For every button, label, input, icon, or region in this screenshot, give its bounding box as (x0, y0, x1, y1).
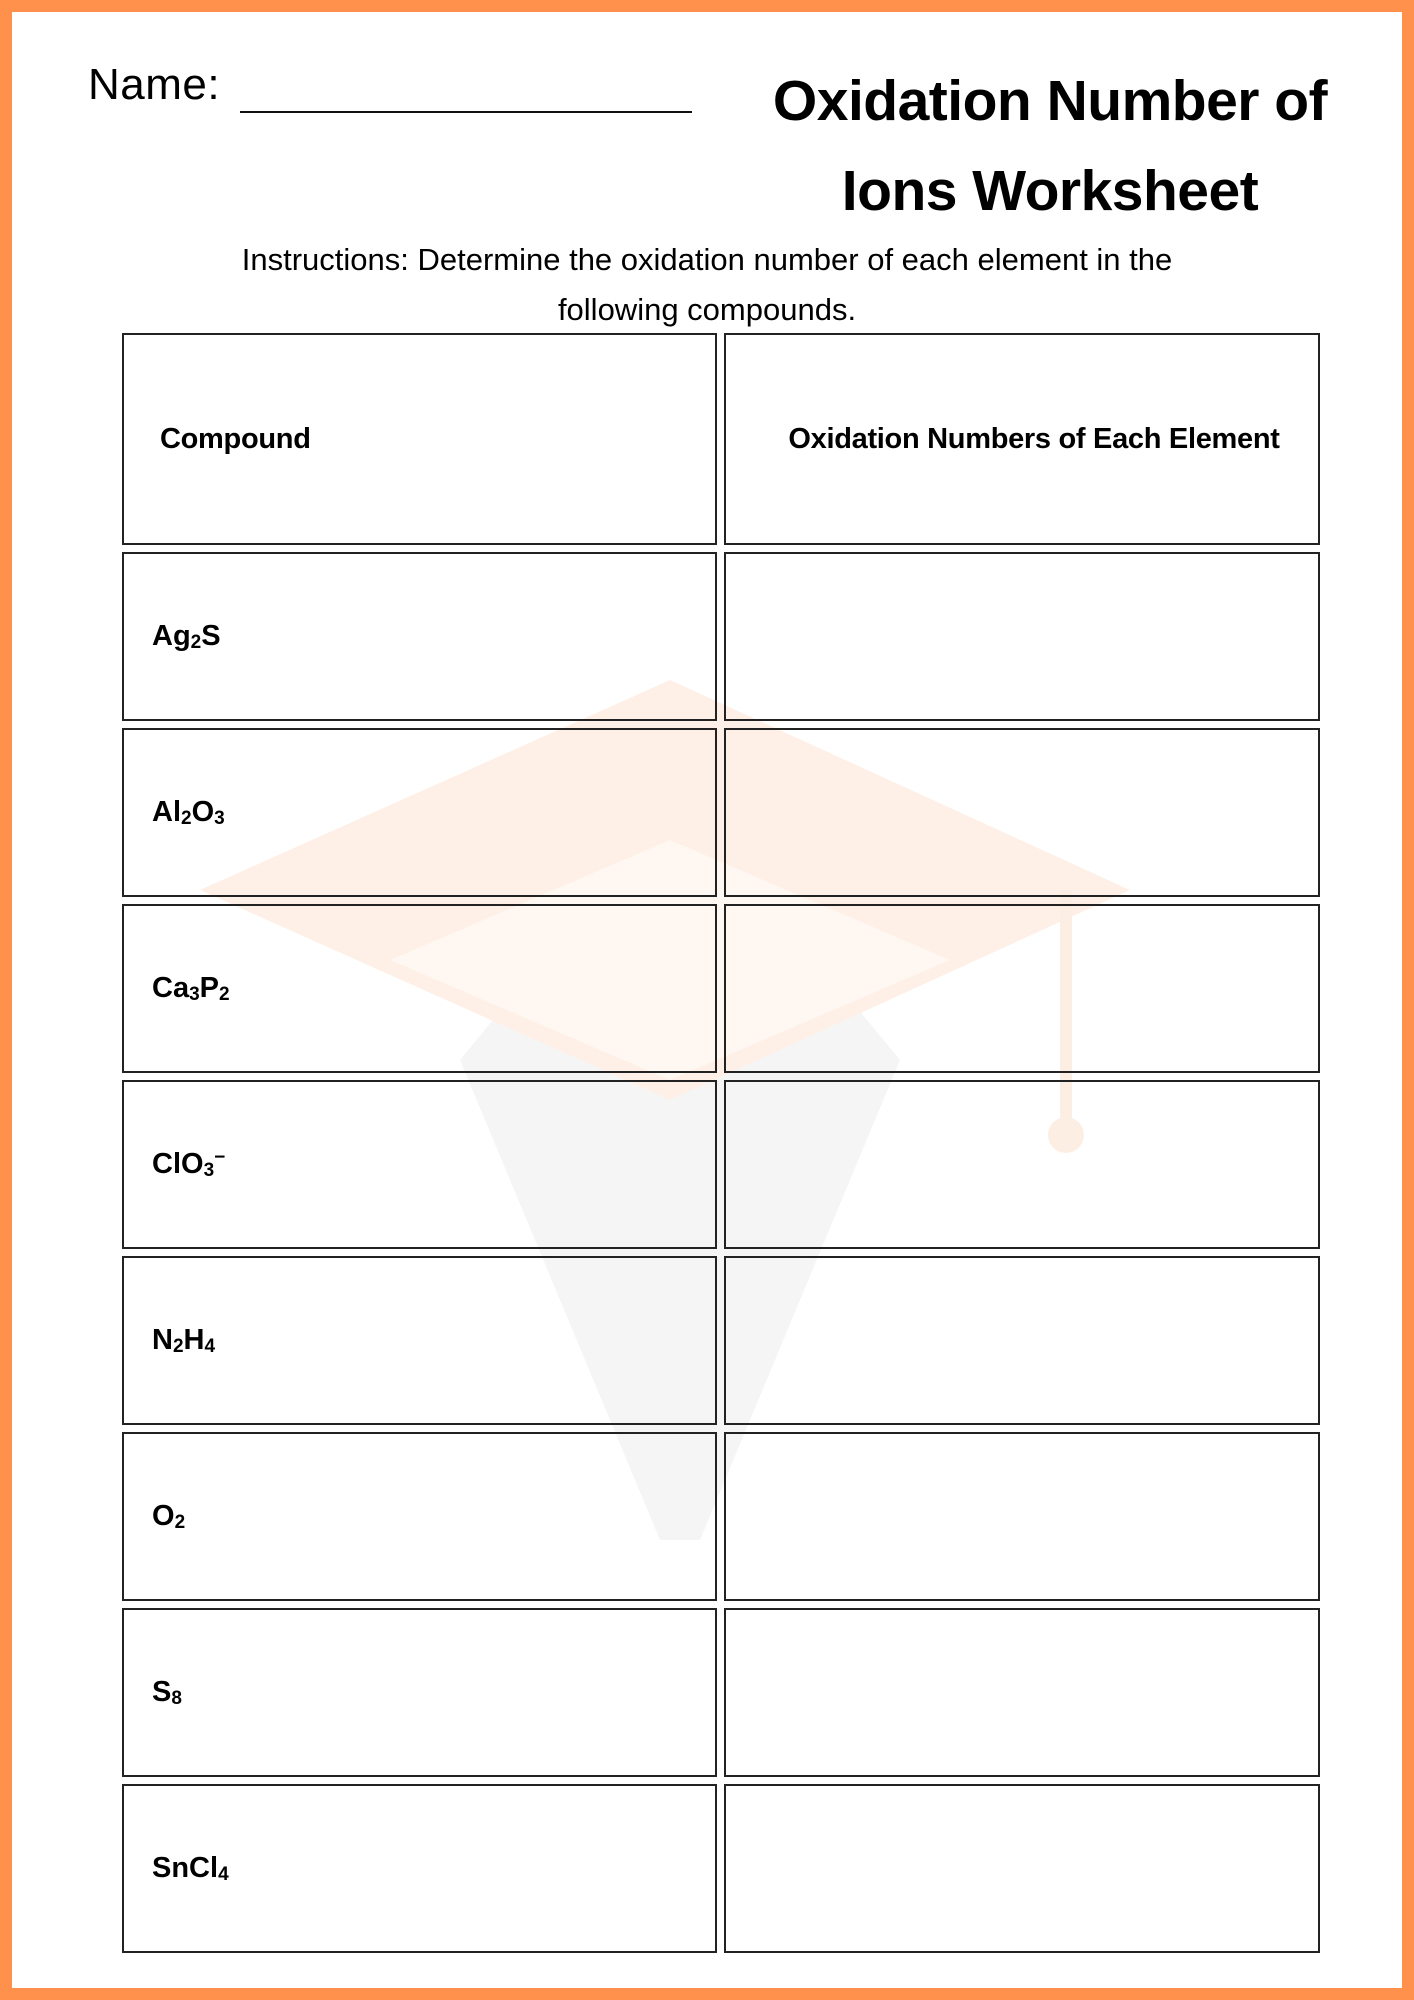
answer-cell[interactable] (724, 552, 1320, 721)
answer-cell[interactable] (724, 1432, 1320, 1601)
answer-cell[interactable] (724, 1784, 1320, 1953)
instructions: Instructions: Determine the oxidation nu… (140, 235, 1274, 335)
compound-formula: N2H4 (152, 1324, 215, 1358)
compound-cell: SnCl4 (122, 1784, 717, 1953)
formula-charge: − (214, 1147, 226, 1168)
compound-formula: Al2O3 (152, 796, 225, 830)
table-row: ClO3− (122, 1080, 1320, 1249)
formula-symbol: H (183, 1323, 205, 1356)
compound-formula: Ag2S (152, 620, 221, 654)
compound-table: Compound Oxidation Numbers of Each Eleme… (122, 333, 1320, 1960)
worksheet-title: Oxidation Number of Ions Worksheet (730, 56, 1370, 236)
compound-formula: O2 (152, 1500, 185, 1534)
formula-subscript: 2 (190, 631, 202, 653)
formula-symbol: S (152, 1675, 172, 1708)
answer-cell[interactable] (724, 904, 1320, 1073)
table-header-row: Compound Oxidation Numbers of Each Eleme… (122, 333, 1320, 545)
formula-symbol: O (191, 795, 215, 828)
answer-cell[interactable] (724, 1608, 1320, 1777)
formula-subscript: 8 (171, 1687, 182, 1709)
compound-cell: Ca3P2 (122, 904, 717, 1073)
table-row: S8 (122, 1608, 1320, 1777)
answer-cell[interactable] (724, 728, 1320, 897)
header-cell-oxidation: Oxidation Numbers of Each Element (724, 333, 1320, 545)
instructions-line-1: Instructions: Determine the oxidation nu… (241, 242, 1173, 277)
formula-subscript: 4 (204, 1335, 216, 1357)
formula-subscript: 2 (181, 807, 192, 829)
formula-subscript: 3 (189, 983, 200, 1005)
formula-symbol: SnCl (152, 1851, 219, 1884)
compound-cell: Al2O3 (122, 728, 717, 897)
formula-symbol: N (152, 1323, 173, 1356)
formula-subscript: 2 (174, 1511, 186, 1533)
answer-cell[interactable] (724, 1256, 1320, 1425)
answer-cell[interactable] (724, 1080, 1320, 1249)
compound-cell: S8 (122, 1608, 717, 1777)
formula-symbol: O (152, 1499, 175, 1532)
column-header: Oxidation Numbers of Each Element (788, 422, 1280, 455)
formula-symbol: Ag (152, 619, 191, 652)
table-row: Ag2S (122, 552, 1320, 721)
formula-subscript: 3 (214, 807, 225, 829)
formula-subscript: 3 (203, 1160, 215, 1181)
table-row: Ca3P2 (122, 904, 1320, 1073)
header-cell-compound: Compound (122, 333, 717, 545)
compound-cell: ClO3− (122, 1080, 717, 1249)
formula-symbol: Al (152, 795, 181, 828)
table-row: SnCl4 (122, 1784, 1320, 1953)
name-input-line[interactable] (240, 111, 692, 113)
title-line-1: Oxidation Number of (772, 69, 1328, 133)
column-header: Compound (160, 422, 311, 455)
compound-formula: ClO3− (152, 1147, 225, 1182)
formula-symbol: S (201, 619, 221, 652)
compound-formula: SnCl4 (152, 1852, 229, 1886)
formula-subscript: 4 (218, 1863, 229, 1885)
compound-formula: S8 (152, 1676, 182, 1710)
formula-symbol: Ca (152, 971, 190, 1004)
formula-subscript: 2 (219, 983, 230, 1005)
formula-subscript: 2 (172, 1335, 184, 1357)
instructions-line-2: following compounds. (557, 292, 857, 327)
formula-symbol: P (199, 971, 219, 1004)
table-row: N2H4 (122, 1256, 1320, 1425)
table-row: Al2O3 (122, 728, 1320, 897)
name-label: Name: (88, 60, 221, 109)
title-line-2: Ions Worksheet (841, 159, 1259, 223)
formula-symbol: ClO (152, 1148, 204, 1180)
compound-cell: O2 (122, 1432, 717, 1601)
compound-cell: Ag2S (122, 552, 717, 721)
compound-formula: Ca3P2 (152, 972, 230, 1006)
compound-cell: N2H4 (122, 1256, 717, 1425)
table-row: O2 (122, 1432, 1320, 1601)
